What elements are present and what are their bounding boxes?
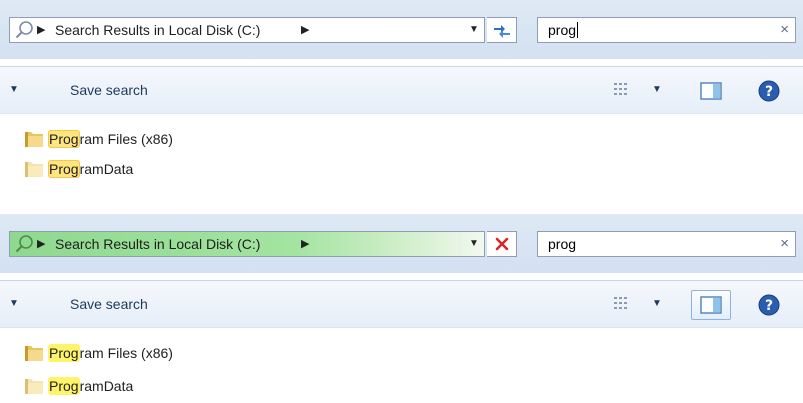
help-icon[interactable]: ?: [758, 80, 780, 102]
search-match-highlight: Prog: [48, 130, 80, 148]
search-input[interactable]: prog: [548, 18, 579, 42]
explorer-window-searching-complete: ▶ Search Results in Local Disk (C:) ▶ ▼ …: [0, 0, 803, 203]
search-box[interactable]: prog ×: [537, 231, 796, 257]
file-name: ProgramData: [48, 377, 134, 395]
command-bar: ▼ Save search ▼ ?: [0, 66, 803, 114]
clear-search-icon[interactable]: ×: [780, 232, 789, 256]
preview-pane-icon: [700, 296, 722, 314]
folder-icon: [25, 379, 43, 394]
file-list: Program Files (x86) ProgramData: [0, 337, 803, 403]
folder-icon: [25, 132, 43, 147]
list-item[interactable]: Program Files (x86): [0, 337, 803, 370]
search-match-highlight: Prog: [48, 344, 80, 362]
search-box[interactable]: prog ×: [537, 17, 796, 43]
text-caret: [577, 22, 579, 38]
views-dropdown-icon[interactable]: ▼: [652, 67, 662, 113]
breadcrumb-separator-icon[interactable]: ▶: [301, 232, 309, 256]
clear-search-icon[interactable]: ×: [780, 18, 789, 42]
search-match-highlight: Prog: [48, 160, 80, 178]
breadcrumb-search-results[interactable]: Search Results in Local Disk (C:): [55, 232, 260, 256]
refresh-button[interactable]: [487, 17, 517, 43]
list-item[interactable]: Program Files (x86): [0, 124, 803, 154]
search-icon: [15, 21, 33, 39]
preview-pane-button[interactable]: [691, 76, 731, 106]
stop-icon: [495, 237, 508, 251]
address-history-dropdown-icon[interactable]: ▼: [461, 18, 486, 42]
refresh-icon: [493, 25, 510, 38]
address-bar[interactable]: ▶ Search Results in Local Disk (C:) ▶ ▼: [9, 17, 485, 43]
explorer-window-searching-in-progress: ▶ Search Results in Local Disk (C:) ▶ ▼ …: [0, 214, 803, 402]
file-name: Program Files (x86): [48, 130, 173, 148]
address-bar-row: ▶ Search Results in Local Disk (C:) ▶ ▼ …: [0, 0, 803, 59]
list-item[interactable]: ProgramData: [0, 154, 803, 184]
address-bar[interactable]: ▶ Search Results in Local Disk (C:) ▶ ▼: [9, 231, 485, 257]
organize-dropdown-icon[interactable]: ▼: [9, 281, 19, 327]
views-dropdown-icon[interactable]: ▼: [652, 281, 662, 327]
svg-text:?: ?: [765, 84, 773, 100]
file-name: Program Files (x86): [48, 344, 173, 362]
preview-pane-icon: [700, 82, 722, 100]
organize-dropdown-icon[interactable]: ▼: [9, 67, 19, 113]
folder-icon: [25, 346, 43, 361]
breadcrumb-separator-icon[interactable]: ▶: [37, 18, 45, 42]
address-bar-row: ▶ Search Results in Local Disk (C:) ▶ ▼ …: [0, 214, 803, 273]
save-search-button[interactable]: Save search: [70, 281, 148, 327]
help-icon[interactable]: ?: [758, 294, 780, 316]
stop-button[interactable]: [487, 231, 517, 257]
breadcrumb-separator-icon[interactable]: ▶: [37, 232, 45, 256]
search-icon: [15, 235, 33, 253]
search-input[interactable]: prog: [548, 232, 576, 256]
svg-text:?: ?: [765, 298, 773, 314]
address-history-dropdown-icon[interactable]: ▼: [461, 232, 486, 256]
search-match-highlight: Prog: [48, 377, 80, 395]
file-name: ProgramData: [48, 160, 134, 178]
breadcrumb-separator-icon[interactable]: ▶: [301, 18, 309, 42]
command-bar: ▼ Save search ▼ ?: [0, 280, 803, 328]
breadcrumb-search-results[interactable]: Search Results in Local Disk (C:): [55, 18, 260, 42]
views-icon[interactable]: [612, 80, 632, 100]
preview-pane-button[interactable]: [691, 290, 731, 320]
views-icon[interactable]: [612, 294, 632, 314]
list-item[interactable]: ProgramData: [0, 370, 803, 403]
folder-icon: [25, 162, 43, 177]
save-search-button[interactable]: Save search: [70, 67, 148, 113]
file-list: Program Files (x86) ProgramData: [0, 124, 803, 184]
